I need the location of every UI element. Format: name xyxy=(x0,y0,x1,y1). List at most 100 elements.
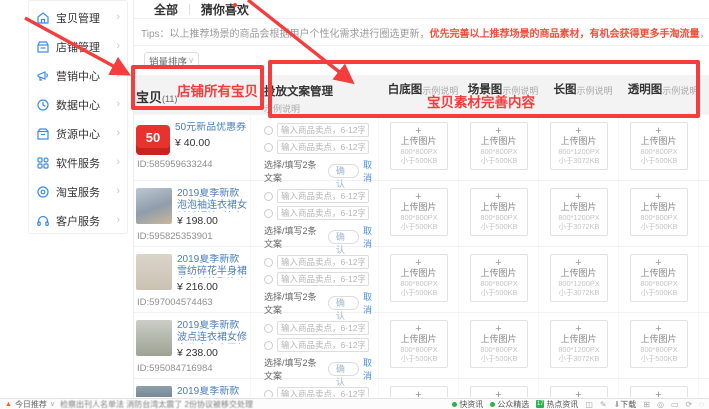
upload-image-button[interactable]: + 上传图片 800*800PX 小于500KB xyxy=(470,386,528,397)
product-thumbnail[interactable] xyxy=(136,320,172,356)
upload-image-button[interactable]: + 上传图片 800*800PX 小于500KB xyxy=(630,254,688,302)
sidebar-item-software-services[interactable]: 软件服务 › xyxy=(29,148,127,177)
feed-public-picks[interactable]: 公众精选 xyxy=(490,399,529,409)
copy-input-1[interactable] xyxy=(277,321,369,335)
long-upload-cell: + 上传图片 800*1200PX 小于3072KB xyxy=(539,313,619,378)
product-thumbnail[interactable]: 50 xyxy=(136,125,170,155)
upload-image-button[interactable]: + 上传图片 800*800PX 小于500KB xyxy=(630,320,688,368)
tab-all[interactable]: 全部 xyxy=(154,1,178,18)
upload-image-button[interactable]: + 上传图片 800*800PX 小于500KB xyxy=(390,320,448,368)
copy-checkbox[interactable] xyxy=(264,258,273,267)
shop-icon xyxy=(36,40,50,54)
upload-image-button[interactable]: + 上传图片 800*1200PX 小于3072KB xyxy=(550,320,608,368)
confirm-button[interactable]: 确认 xyxy=(328,296,359,310)
upload-image-button[interactable]: + 上传图片 800*800PX 小于500KB xyxy=(470,122,528,170)
upload-image-button[interactable]: + 上传图片 800*800PX 小于500KB xyxy=(630,386,688,397)
chevron-right-icon: › xyxy=(116,157,120,168)
copy-checkbox[interactable] xyxy=(264,390,273,398)
sidebar-item-marketing-center[interactable]: 营销中心 › xyxy=(29,61,127,90)
sidebar-item-shop-management[interactable]: 店铺管理 › xyxy=(29,32,127,61)
feed-hot-news[interactable]: 17热点资讯 xyxy=(536,399,578,409)
copy-input-2[interactable] xyxy=(277,206,369,220)
table-row: 2019夏季新款波点连衣裙女修身显瘦小众网红 ¥ 238.00 ID:59508… xyxy=(134,313,709,379)
news-ticker[interactable]: 检察出刊人名单法 消防台湾太震了 2份协议被移交处理 xyxy=(60,399,253,409)
upload-image-button[interactable]: + 上传图片 800*1200PX 小于3072KB xyxy=(550,386,608,397)
upload-image-button[interactable]: + 上传图片 800*800PX 小于500KB xyxy=(630,122,688,170)
skin-icon[interactable]: ◫ xyxy=(585,400,593,409)
confirm-button[interactable]: 确认 xyxy=(328,362,359,376)
long-upload-cell: + 上传图片 800*1200PX 小于3072KB xyxy=(539,247,619,312)
copy-input-2[interactable] xyxy=(277,272,369,286)
product-title-link[interactable]: 2019夏季新款雪纺碎花半身裙女中长款飘逸白 xyxy=(177,254,248,278)
product-thumbnail[interactable] xyxy=(136,254,172,290)
note-icon[interactable]: ✎ xyxy=(600,400,607,409)
upload-image-button[interactable]: + 上传图片 800*800PX 小于500KB xyxy=(630,188,688,236)
example-link[interactable]: 示例说明 xyxy=(576,84,612,115)
confirm-button[interactable]: 确认 xyxy=(328,230,359,244)
upload-image-button[interactable]: + 上传图片 800*1200PX 小于3072KB xyxy=(550,254,608,302)
sidebar-item-customer-services[interactable]: 客户服务 › xyxy=(29,206,127,235)
upload-image-button[interactable]: + 上传图片 800*800PX 小于500KB xyxy=(470,320,528,368)
example-link[interactable]: 示例说明 xyxy=(422,84,458,115)
upload-image-button[interactable]: + 上传图片 800*1200PX 小于3072KB xyxy=(550,122,608,170)
copy-input-2[interactable] xyxy=(277,338,369,352)
status-icon[interactable]: ◌ xyxy=(699,400,704,409)
tips-highlight: 优先完善以上推荐场景的商品素材，有机会获得更多手淘流量 xyxy=(430,25,700,40)
copy-input-1[interactable] xyxy=(277,387,369,397)
product-thumbnail[interactable] xyxy=(136,386,172,397)
sidebar-item-supply-center[interactable]: 货源中心 › xyxy=(29,119,127,148)
sidebar-item-taobao-services[interactable]: 淘宝服务 › xyxy=(29,177,127,206)
product-thumbnail[interactable] xyxy=(136,188,172,224)
product-title-link[interactable]: 2019夏季新款法式复古连衣裙女中长款复古山 xyxy=(177,386,248,397)
sidebar-item-product-management[interactable]: 宝贝管理 › xyxy=(29,3,127,32)
copy-checkbox[interactable] xyxy=(264,341,273,350)
copy-input-1[interactable] xyxy=(277,123,369,137)
product-id: ID:595825353901 xyxy=(136,231,248,242)
upload-image-button[interactable]: + 上传图片 800*800PX 小于500KB xyxy=(470,188,528,236)
product-cell: 2019夏季新款雪纺碎花半身裙女中长款飘逸白 ¥ 216.00 ID:59700… xyxy=(134,247,251,312)
example-link[interactable]: 示例说明 xyxy=(264,102,379,115)
product-title-link[interactable]: 50元新品优惠券 xyxy=(175,122,247,134)
product-price: ¥ 40.00 xyxy=(175,137,247,149)
example-link[interactable]: 示例说明 xyxy=(502,84,538,115)
copy-checkbox[interactable] xyxy=(264,275,273,284)
download-icon: ⬇ xyxy=(614,400,621,409)
product-id: ID:595084716984 xyxy=(136,363,248,374)
today-recommend-label[interactable]: 今日推荐 xyxy=(15,399,47,409)
download-button[interactable]: ⬇下载 xyxy=(614,399,637,409)
upload-image-button[interactable]: + 上传图片 800*800PX 小于500KB xyxy=(390,188,448,236)
apps-icon[interactable]: ⊞ xyxy=(643,400,650,409)
chevron-right-icon: › xyxy=(116,128,120,139)
product-cell: 2019夏季新款波点连衣裙女修身显瘦小众网红 ¥ 238.00 ID:59508… xyxy=(134,313,251,378)
copy-checkbox[interactable] xyxy=(264,324,273,333)
upload-image-button[interactable]: + 上传图片 800*800PX 小于500KB xyxy=(390,386,448,397)
product-title-link[interactable]: 2019夏季新款波点连衣裙女修身显瘦小众网红 xyxy=(177,320,248,344)
copy-input-1[interactable] xyxy=(277,189,369,203)
sidebar-item-data-center[interactable]: 数据中心 › xyxy=(29,90,127,119)
upload-image-button[interactable]: + 上传图片 800*1200PX 小于3072KB xyxy=(550,188,608,236)
copy-input-1[interactable] xyxy=(277,255,369,269)
plus-icon: + xyxy=(471,324,527,334)
sort-select[interactable]: 销量排序 ∨ xyxy=(144,52,199,69)
copy-checkbox[interactable] xyxy=(264,192,273,201)
refresh-icon[interactable]: ⟳ xyxy=(686,400,693,409)
view-icon[interactable]: ◎ xyxy=(657,400,664,409)
product-title-link[interactable]: 2019夏季新款泡泡袖连衣裙女衬衫短袖T恤中长款 xyxy=(177,188,248,212)
tab-guess-you-like[interactable]: 猜你喜欢 xyxy=(201,1,249,18)
copy-input-2[interactable] xyxy=(277,140,369,154)
copy-checkbox[interactable] xyxy=(264,126,273,135)
transparent-upload-cell: + 上传图片 800*800PX 小于500KB xyxy=(619,379,699,397)
confirm-button[interactable]: 确认 xyxy=(328,164,359,178)
window-icon[interactable]: ▭ xyxy=(671,400,679,409)
upload-image-button[interactable]: + 上传图片 800*800PX 小于500KB xyxy=(390,254,448,302)
column-header-transparent: 透明图 示例说明 xyxy=(619,75,699,115)
copy-checkbox[interactable] xyxy=(264,143,273,152)
plus-icon: + xyxy=(471,390,527,397)
example-link[interactable]: 示例说明 xyxy=(662,84,698,115)
copywriting-cell: 选择/填写2条文案 确认 取消 xyxy=(251,247,379,312)
toolbar: 销量排序 ∨ xyxy=(134,46,709,75)
upload-image-button[interactable]: + 上传图片 800*800PX 小于500KB xyxy=(470,254,528,302)
copy-checkbox[interactable] xyxy=(264,209,273,218)
feed-quick-news[interactable]: 快资讯 xyxy=(452,399,483,409)
upload-image-button[interactable]: + 上传图片 800*800PX 小于500KB xyxy=(390,122,448,170)
